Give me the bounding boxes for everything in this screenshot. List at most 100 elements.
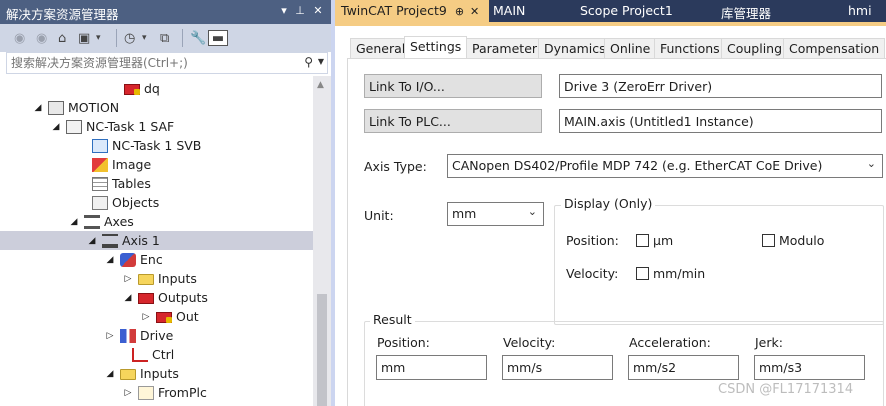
collapsed-arrow-icon[interactable]: ▷ bbox=[140, 312, 152, 322]
expanded-arrow-icon[interactable]: ◢ bbox=[104, 369, 116, 379]
tree-item-ctrl[interactable]: Ctrl bbox=[0, 345, 313, 364]
tab-settings[interactable]: Settings bbox=[404, 36, 468, 60]
modulo-label: Modulo bbox=[779, 233, 825, 248]
tab-online[interactable]: Online bbox=[604, 38, 657, 59]
chevron-down-icon[interactable]: ⌄ bbox=[528, 205, 537, 218]
unit-select[interactable]: mm ⌄ bbox=[447, 202, 544, 226]
tree-item-label: Inputs bbox=[158, 271, 197, 286]
search-input[interactable] bbox=[7, 53, 297, 73]
sync-icon[interactable]: ▣ bbox=[78, 30, 90, 46]
ctrl-icon bbox=[132, 347, 148, 362]
tab-hmi[interactable]: hmi bbox=[848, 0, 872, 22]
tab-functions[interactable]: Functions bbox=[654, 38, 726, 59]
expanded-arrow-icon[interactable]: ◢ bbox=[122, 293, 134, 303]
tree-item-axes[interactable]: ◢ Axes bbox=[0, 212, 313, 231]
chevron-down-icon[interactable]: ▾ bbox=[142, 30, 147, 46]
tab-general[interactable]: General bbox=[350, 38, 412, 59]
tables-icon bbox=[92, 176, 108, 191]
tab-scope-project1[interactable]: Scope Project1 bbox=[580, 0, 673, 22]
tab-label: hmi bbox=[848, 3, 872, 18]
tree-item-label: dq bbox=[144, 81, 160, 96]
tree-item-motion[interactable]: ◢ MOTION bbox=[0, 98, 313, 117]
collapse-icon[interactable]: ⧉ bbox=[160, 30, 169, 46]
result-acceleration-field[interactable]: mm/s2 bbox=[628, 355, 739, 380]
settings-panel: Link To I/O... Drive 3 (ZeroErr Driver) … bbox=[347, 58, 886, 406]
tab-library-manager[interactable]: 库管理器 bbox=[721, 0, 771, 22]
tab-parameter[interactable]: Parameter bbox=[466, 38, 544, 59]
tree-item-axis-1[interactable]: ◢ Axis 1 bbox=[0, 231, 313, 250]
tree-item-dq[interactable]: dq bbox=[0, 79, 313, 98]
expanded-arrow-icon[interactable]: ◢ bbox=[68, 217, 80, 227]
link-plc-field[interactable]: MAIN.axis (Untitled1 Instance) bbox=[559, 109, 882, 133]
tab-main[interactable]: MAIN bbox=[493, 0, 525, 22]
result-velocity-field[interactable]: mm/s bbox=[502, 355, 613, 380]
tree-item-objects[interactable]: Objects bbox=[0, 193, 313, 212]
result-acceleration-label: Acceleration: bbox=[629, 335, 711, 350]
forward-icon[interactable]: ◉ bbox=[36, 30, 47, 46]
result-jerk-field[interactable]: mm/s3 bbox=[754, 355, 865, 380]
tree-item-axis-inputs[interactable]: ◢ Inputs bbox=[0, 364, 313, 383]
back-icon[interactable]: ◉ bbox=[14, 30, 25, 46]
pin-icon[interactable]: ⊕ bbox=[455, 5, 464, 18]
tree-scrollbar[interactable]: ▲ bbox=[313, 76, 331, 406]
expanded-arrow-icon[interactable]: ◢ bbox=[50, 122, 62, 132]
chevron-down-icon[interactable]: ⌄ bbox=[867, 157, 876, 170]
result-position-field[interactable]: mm bbox=[376, 355, 487, 380]
tree-item-enc-inputs[interactable]: ▷ Inputs bbox=[0, 269, 313, 288]
tree-item-label: FromPlc bbox=[158, 385, 207, 400]
tree-item-image[interactable]: Image bbox=[0, 155, 313, 174]
scrollbar-thumb[interactable] bbox=[317, 294, 327, 406]
position-um-checkbox[interactable] bbox=[636, 234, 649, 247]
chevron-down-icon[interactable]: ▾ bbox=[96, 30, 101, 46]
collapsed-arrow-icon[interactable]: ▷ bbox=[122, 388, 134, 398]
tree-item-fromplc[interactable]: ▷ FromPlc bbox=[0, 383, 313, 402]
dropdown-icon[interactable]: ▾ bbox=[277, 4, 291, 17]
close-icon[interactable]: ✕ bbox=[311, 4, 325, 17]
result-position-label: Position: bbox=[377, 335, 430, 350]
velocity-mm-min-checkbox[interactable] bbox=[636, 267, 649, 280]
preview-icon[interactable]: ▬ bbox=[208, 30, 228, 46]
link-io-field[interactable]: Drive 3 (ZeroErr Driver) bbox=[559, 74, 882, 98]
expanded-arrow-icon[interactable]: ◢ bbox=[104, 255, 116, 265]
chevron-down-icon[interactable]: ▼ bbox=[318, 57, 324, 66]
tab-compensation[interactable]: Compensation bbox=[783, 38, 886, 59]
tree-item-out[interactable]: ▷ Out bbox=[0, 307, 313, 326]
expanded-arrow-icon[interactable]: ◢ bbox=[32, 103, 44, 113]
tree-item-nc-task-svb[interactable]: NC-Task 1 SVB bbox=[0, 136, 313, 155]
modulo-checkbox[interactable] bbox=[762, 234, 775, 247]
axis-icon bbox=[102, 233, 118, 248]
tree-item-enc[interactable]: ◢ Enc bbox=[0, 250, 313, 269]
collapsed-arrow-icon[interactable]: ▷ bbox=[104, 331, 116, 341]
history-icon[interactable]: ◷ bbox=[124, 30, 135, 46]
axis-type-select[interactable]: CANopen DS402/Profile MDP 742 (e.g. Ethe… bbox=[447, 154, 883, 178]
solution-tree: dq ◢ MOTION ◢ NC-Task 1 SAF NC-Task 1 SV… bbox=[0, 76, 313, 406]
solution-explorer-titlebar: 解决方案资源管理器 ▾ ⊥ ✕ bbox=[0, 0, 331, 24]
search-icon[interactable]: ⚲ bbox=[304, 55, 313, 69]
svb-icon bbox=[92, 138, 108, 153]
wrench-icon[interactable]: 🔧 bbox=[190, 30, 206, 46]
link-to-io-button[interactable]: Link To I/O... bbox=[364, 74, 542, 98]
tree-item-label: Axes bbox=[104, 214, 134, 229]
collapsed-arrow-icon[interactable]: ▷ bbox=[122, 274, 134, 284]
tab-coupling[interactable]: Coupling bbox=[721, 38, 789, 59]
link-to-plc-button[interactable]: Link To PLC... bbox=[364, 109, 542, 133]
tab-label: Scope Project1 bbox=[580, 3, 673, 18]
tree-item-enc-outputs[interactable]: ◢ Outputs bbox=[0, 288, 313, 307]
close-icon[interactable]: ✕ bbox=[470, 5, 479, 18]
tab-dynamics[interactable]: Dynamics bbox=[538, 38, 612, 59]
tree-item-drive[interactable]: ▷ Drive bbox=[0, 326, 313, 345]
expanded-arrow-icon[interactable]: ◢ bbox=[86, 236, 98, 246]
tab-label: MAIN bbox=[493, 3, 526, 18]
search-box[interactable]: ⚲ ▼ bbox=[6, 52, 328, 74]
tab-twincat-project9[interactable]: TwinCAT Project9 ⊕ ✕ bbox=[335, 0, 489, 22]
display-position-label: Position: bbox=[566, 233, 619, 248]
scroll-up-icon[interactable]: ▲ bbox=[317, 80, 324, 90]
pin-icon[interactable]: ⊥ bbox=[293, 4, 307, 17]
tree-item-nc-task-saf[interactable]: ◢ NC-Task 1 SAF bbox=[0, 117, 313, 136]
tree-item-label: Objects bbox=[112, 195, 160, 210]
toolbar-separator bbox=[182, 29, 183, 47]
display-group bbox=[554, 205, 884, 325]
home-icon[interactable]: ⌂ bbox=[58, 30, 66, 46]
tree-item-tables[interactable]: Tables bbox=[0, 174, 313, 193]
fromplc-icon bbox=[138, 385, 154, 400]
